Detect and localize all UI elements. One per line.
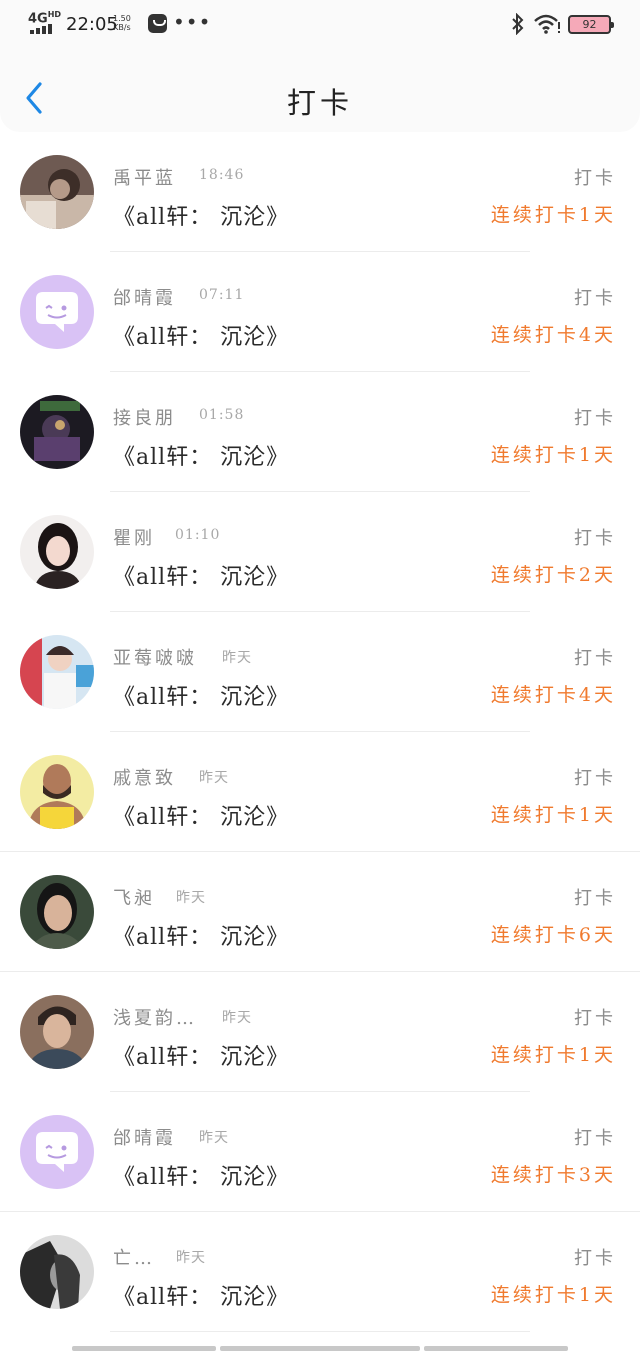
checkin-time: 01:10 xyxy=(175,527,221,543)
streak-text: 连续打卡1天 xyxy=(490,204,616,226)
work-title: 《all轩： 沉沦》 xyxy=(113,925,290,950)
user-name: 浅夏韵… xyxy=(113,1008,197,1029)
avatar[interactable] xyxy=(20,1115,94,1189)
user-name: 接良朋 xyxy=(113,408,176,429)
list-item[interactable]: 接良朋 01:58 《all轩： 沉沦》 打卡 连续打卡1天 xyxy=(0,372,640,492)
avatar[interactable] xyxy=(20,395,94,469)
avatar[interactable] xyxy=(20,275,94,349)
work-title: 《all轩： 沉沦》 xyxy=(113,805,290,830)
streak-text: 连续打卡4天 xyxy=(490,324,616,346)
user-name: 戚意致 xyxy=(113,768,176,789)
default-chat-icon xyxy=(20,1115,94,1189)
checkin-time: 07:11 xyxy=(199,287,245,303)
avatar[interactable] xyxy=(20,635,94,709)
user-name: 亚莓啵啵 xyxy=(113,648,197,669)
checkin-time: 昨天 xyxy=(199,1130,229,1146)
user-name: 亡… xyxy=(113,1248,155,1269)
user-name: 禹平蓝 xyxy=(113,168,176,189)
wifi-icon xyxy=(534,14,560,34)
work-title: 《all轩： 沉沦》 xyxy=(113,205,290,230)
streak-text: 连续打卡3天 xyxy=(490,1164,616,1186)
checkin-label: 打卡 xyxy=(574,288,616,309)
streak-text: 连续打卡1天 xyxy=(490,804,616,826)
default-chat-icon xyxy=(20,275,94,349)
checkin-label: 打卡 xyxy=(574,768,616,789)
streak-text: 连续打卡1天 xyxy=(490,444,616,466)
work-title: 《all轩： 沉沦》 xyxy=(113,685,290,710)
checkin-time: 18:46 xyxy=(199,167,245,183)
checkin-time: 昨天 xyxy=(222,1010,252,1026)
checkin-time: 01:58 xyxy=(199,407,245,423)
user-name: 瞿刚 xyxy=(113,528,155,549)
list-item[interactable]: 亚莓啵啵 昨天 《all轩： 沉沦》 打卡 连续打卡4天 xyxy=(0,612,640,732)
avatar[interactable] xyxy=(20,1235,94,1309)
checkin-time: 昨天 xyxy=(199,770,229,786)
streak-text: 连续打卡2天 xyxy=(490,564,616,586)
list-item[interactable]: 戚意致 昨天 《all轩： 沉沦》 打卡 连续打卡1天 xyxy=(0,732,640,852)
page-title: 打卡 xyxy=(286,86,353,120)
network-speed: 1.50 KB/s xyxy=(113,14,131,32)
checkin-time: 昨天 xyxy=(222,650,252,666)
nav-hint-bar xyxy=(72,1346,216,1351)
list-item[interactable]: 亡… 昨天 《all轩： 沉沦》 打卡 连续打卡1天 xyxy=(0,1212,640,1332)
checkin-time: 昨天 xyxy=(176,890,206,906)
nav-hint-bar xyxy=(424,1346,568,1351)
checkin-label: 打卡 xyxy=(574,168,616,189)
work-title: 《all轩： 沉沦》 xyxy=(113,1165,290,1190)
avatar[interactable] xyxy=(20,995,94,1069)
work-title: 《all轩： 沉沦》 xyxy=(113,1285,290,1310)
streak-text: 连续打卡1天 xyxy=(490,1284,616,1306)
user-name: 飞昶 xyxy=(113,888,155,909)
list-item[interactable]: 邰晴霞 昨天 《all轩： 沉沦》 打卡 连续打卡3天 xyxy=(0,1092,640,1212)
list-item[interactable]: 浅夏韵… 昨天 《all轩： 沉沦》 打卡 连续打卡1天 xyxy=(0,972,640,1092)
checkin-label: 打卡 xyxy=(574,648,616,669)
checkin-label: 打卡 xyxy=(574,408,616,429)
list-item[interactable]: 禹平蓝 18:46 《all轩： 沉沦》 打卡 连续打卡1天 xyxy=(0,132,640,252)
bluetooth-icon xyxy=(512,13,524,35)
status-time: 22:05 xyxy=(66,14,118,35)
checkin-label: 打卡 xyxy=(574,1248,616,1269)
checkin-label: 打卡 xyxy=(574,528,616,549)
list-item[interactable]: 邰晴霞 07:11 《all轩： 沉沦》 打卡 连续打卡4天 xyxy=(0,252,640,372)
list-item[interactable]: 瞿刚 01:10 《all轩： 沉沦》 打卡 连续打卡2天 xyxy=(0,492,640,612)
work-title: 《all轩： 沉沦》 xyxy=(113,325,290,350)
user-name: 邰晴霞 xyxy=(113,288,176,309)
avatar[interactable] xyxy=(20,755,94,829)
avatar[interactable] xyxy=(20,155,94,229)
nav-hint-bar xyxy=(220,1346,420,1351)
work-title: 《all轩： 沉沦》 xyxy=(113,1045,290,1070)
streak-text: 连续打卡4天 xyxy=(490,684,616,706)
user-name: 邰晴霞 xyxy=(113,1128,176,1149)
nav-bar: 打卡 xyxy=(0,48,640,132)
checkin-label: 打卡 xyxy=(574,1128,616,1149)
status-bar: 4GHD 22:05 1.50 KB/s ••• 92 xyxy=(0,0,640,48)
checkin-list: 禹平蓝 18:46 《all轩： 沉沦》 打卡 连续打卡1天 邰晴霞 07:11… xyxy=(0,132,640,1332)
work-title: 《all轩： 沉沦》 xyxy=(113,445,290,470)
streak-text: 连续打卡6天 xyxy=(490,924,616,946)
signal-icon xyxy=(30,24,52,34)
more-dots-icon: ••• xyxy=(173,10,212,34)
checkin-label: 打卡 xyxy=(574,1008,616,1029)
checkin-label: 打卡 xyxy=(574,888,616,909)
streak-text: 连续打卡1天 xyxy=(490,1044,616,1066)
battery-icon: 92 xyxy=(568,15,614,34)
work-title: 《all轩： 沉沦》 xyxy=(113,565,290,590)
list-item[interactable]: 飞昶 昨天 《all轩： 沉沦》 打卡 连续打卡6天 xyxy=(0,852,640,972)
avatar[interactable] xyxy=(20,875,94,949)
checkin-time: 昨天 xyxy=(176,1250,206,1266)
avatar[interactable] xyxy=(20,515,94,589)
app-bag-icon xyxy=(148,14,167,33)
